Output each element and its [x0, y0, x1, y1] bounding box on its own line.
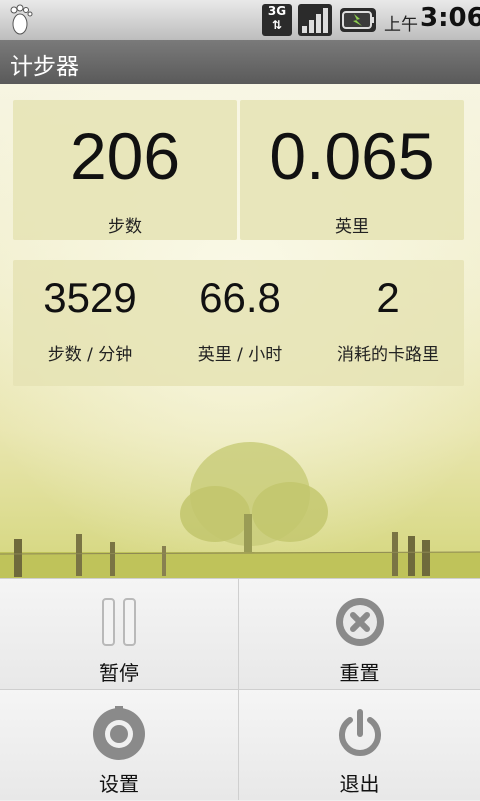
pace-value: 3529 — [43, 274, 137, 321]
exit-label: 退出 — [339, 772, 380, 796]
speed-label: 英里 / 小时 — [197, 345, 283, 365]
pause-button[interactable]: 暂停 — [0, 579, 239, 690]
steps-panel: 206 步数 — [13, 100, 237, 240]
steps-label: 步数 — [108, 217, 142, 237]
time-ampm: 上午 — [384, 15, 418, 35]
distance-value: 0.065 — [269, 119, 435, 193]
signal-strength-icon — [298, 4, 332, 40]
settings-label: 设置 — [99, 772, 139, 796]
secondary-stats-panel: 3529 步数 / 分钟 66.8 英里 / 小时 2 消耗的卡路里 — [13, 260, 464, 386]
options-menu: 暂停 重置 设置 退出 — [0, 578, 480, 801]
clock-time: 3:06 — [420, 3, 480, 33]
calories-value: 2 — [376, 274, 400, 321]
reset-label: 重置 — [339, 661, 380, 685]
pace-label: 步数 / 分钟 — [47, 345, 133, 365]
footprint-icon — [8, 4, 36, 40]
speed-stat: 66.8 英里 / 小时 — [165, 260, 315, 386]
steps-value: 206 — [69, 119, 181, 193]
exit-button[interactable]: 退出 — [239, 690, 480, 800]
calories-label: 消耗的卡路里 — [337, 345, 439, 365]
distance-label: 英里 — [335, 217, 369, 237]
calories-stat: 2 消耗的卡路里 — [313, 260, 463, 386]
power-icon — [335, 706, 385, 764]
battery-charging-icon — [340, 8, 376, 32]
app-title: 计步器 — [10, 54, 79, 80]
main-content: 206 步数 0.065 英里 3529 步数 / 分钟 66.8 英里 / 小… — [0, 84, 480, 578]
speed-value: 66.8 — [199, 274, 281, 321]
reset-icon — [333, 595, 387, 653]
pace-stat: 3529 步数 / 分钟 — [15, 260, 165, 386]
app-title-bar: 计步器 — [0, 40, 480, 84]
status-bar: 3G ⇅ 上午 3:06 — [0, 0, 480, 40]
distance-panel: 0.065 英里 — [240, 100, 464, 240]
pause-label: 暂停 — [99, 661, 139, 685]
network-3g-icon: 3G ⇅ — [262, 4, 292, 36]
reset-button[interactable]: 重置 — [239, 579, 480, 690]
pause-icon — [99, 595, 139, 653]
settings-button[interactable]: 设置 — [0, 690, 239, 800]
settings-icon — [91, 706, 147, 766]
